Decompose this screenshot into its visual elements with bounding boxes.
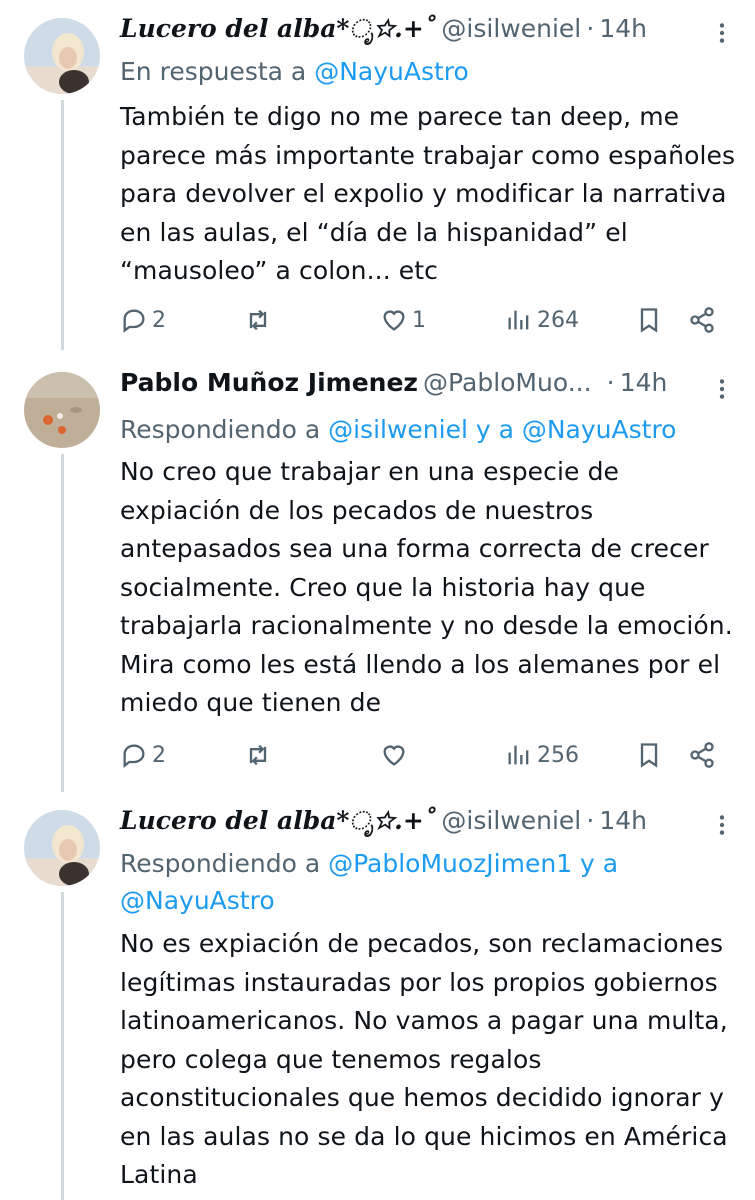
display-name[interactable]: Lucero del alba*ೃ☆.+˚	[120, 14, 436, 43]
views-button[interactable]: 264	[505, 303, 579, 337]
tweet-text: No es expiación de pecados, son reclamac…	[120, 929, 728, 1189]
reply-count: 2	[152, 742, 166, 768]
more-options-icon[interactable]	[709, 376, 735, 402]
retweet-icon	[249, 744, 267, 766]
separator: ·	[606, 368, 615, 397]
avatar[interactable]	[24, 372, 100, 448]
reply-mention[interactable]: @PabloMuozJimen1 y a	[328, 849, 618, 878]
action-bar: 2 256	[120, 738, 735, 772]
tweet-2[interactable]: Pablo Muñoz Jimenez @PabloMuo... · 14h R…	[0, 352, 755, 792]
handle[interactable]: @isilweniel	[441, 14, 581, 43]
reply-prefix: Respondiendo a	[120, 849, 321, 878]
reply-prefix: En respuesta a	[120, 57, 307, 86]
like-button[interactable]	[380, 738, 412, 772]
bookmark-button[interactable]	[635, 738, 663, 772]
tweet-3[interactable]: Lucero del alba*ೃ☆.+˚ @isilweniel · 14h …	[0, 792, 755, 1200]
display-name[interactable]: Lucero del alba*ೃ☆.+˚	[120, 806, 436, 835]
reply-prefix: Respondiendo a	[120, 415, 321, 444]
reply-context: En respuesta a @NayuAstro	[120, 52, 469, 92]
tweet-text: No creo que trabajar en una especie de e…	[120, 457, 733, 717]
bookmark-button[interactable]	[635, 303, 663, 337]
reply-mention[interactable]: @isilweniel y a @NayuAstro	[328, 415, 676, 444]
views-button[interactable]: 256	[505, 738, 579, 772]
share-button[interactable]	[688, 303, 716, 337]
tweet-1[interactable]: Lucero del alba*ೃ☆.+˚ @isilweniel · 14h …	[0, 0, 755, 350]
share-icon	[690, 742, 714, 768]
share-button[interactable]	[688, 738, 716, 772]
action-bar: 2 1 264	[120, 303, 735, 337]
reply-count: 2	[152, 307, 166, 333]
tweet-text: También te digo no me parece tan deep, m…	[120, 102, 736, 285]
bookmark-icon	[640, 308, 658, 333]
separator: ·	[586, 14, 595, 43]
reply-icon	[123, 309, 145, 333]
avatar[interactable]	[24, 810, 100, 886]
timestamp[interactable]: 14h	[620, 368, 668, 397]
more-options-icon[interactable]	[709, 812, 735, 838]
heart-icon	[383, 310, 405, 331]
retweet-button[interactable]	[244, 303, 276, 337]
retweet-button[interactable]	[244, 738, 276, 772]
more-options-icon[interactable]	[709, 20, 735, 46]
thread-line	[61, 454, 64, 792]
reply-mention[interactable]: @NayuAstro	[314, 57, 469, 86]
share-icon	[690, 307, 714, 333]
reply-button[interactable]: 2	[120, 303, 166, 337]
reply-context-line-2: @NayuAstro	[120, 881, 275, 921]
thread-line	[61, 100, 64, 350]
like-button[interactable]: 1	[380, 303, 426, 337]
bookmark-icon	[640, 743, 658, 768]
reply-mention-2[interactable]: @NayuAstro	[120, 886, 275, 915]
handle[interactable]: @isilweniel	[441, 806, 581, 835]
display-name[interactable]: Pablo Muñoz Jimenez	[120, 368, 418, 397]
like-count: 1	[412, 307, 426, 333]
retweet-icon	[249, 309, 267, 331]
separator: ·	[586, 806, 595, 835]
tweet-header: Lucero del alba*ೃ☆.+˚ @isilweniel · 14h	[120, 806, 755, 846]
timestamp[interactable]: 14h	[599, 806, 647, 835]
views-icon	[508, 745, 529, 765]
reply-button[interactable]: 2	[120, 738, 166, 772]
views-count: 256	[537, 742, 579, 768]
views-count: 264	[537, 307, 579, 333]
thread-line	[61, 892, 64, 1200]
tweet-header: Pablo Muñoz Jimenez @PabloMuo... · 14h	[120, 368, 755, 408]
reply-context: Respondiendo a @PabloMuozJimen1 y a	[120, 844, 618, 884]
heart-icon	[383, 745, 405, 766]
tweet-header: Lucero del alba*ೃ☆.+˚ @isilweniel · 14h	[120, 14, 755, 54]
reply-context: Respondiendo a @isilweniel y a @NayuAstr…	[120, 410, 676, 450]
timestamp[interactable]: 14h	[599, 14, 647, 43]
views-icon	[508, 310, 529, 330]
avatar[interactable]	[24, 18, 100, 94]
handle[interactable]: @PabloMuo...	[423, 368, 592, 397]
reply-icon	[123, 744, 145, 768]
